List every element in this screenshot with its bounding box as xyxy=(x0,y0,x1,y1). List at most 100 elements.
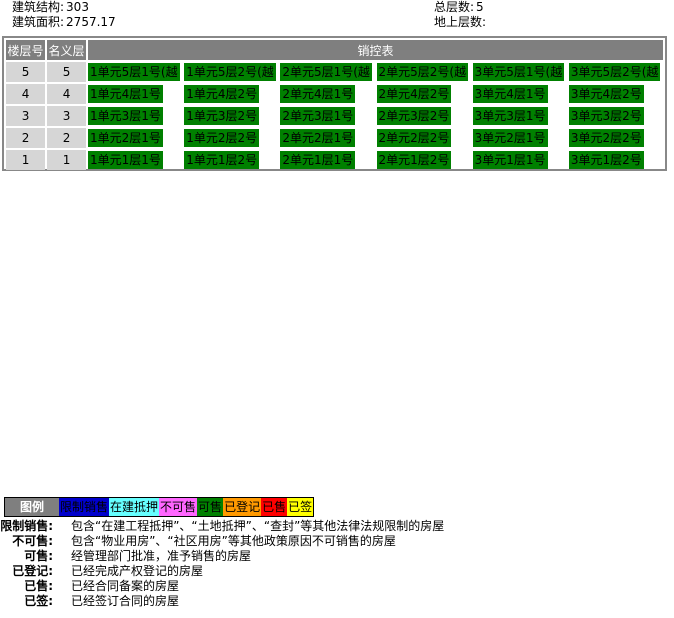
unit-cell[interactable]: 2单元2层2号 xyxy=(376,128,471,148)
unit-cell[interactable]: 3单元3层1号 xyxy=(472,106,567,126)
unit-link[interactable]: 3单元5层1号(越 xyxy=(472,63,565,81)
definition-row: 已售: 已经合同备案的房屋 xyxy=(0,579,670,594)
unit-link[interactable]: 3单元3层2号 xyxy=(568,107,644,125)
unit-cell[interactable]: 2单元3层1号 xyxy=(280,106,374,126)
legend-item: 已登记 xyxy=(223,498,262,516)
header-row: 楼层号 名义层 销控表 xyxy=(6,40,663,60)
definition-term: 已售: xyxy=(24,579,53,593)
floor-row: 2 2 1单元2层1号 1单元2层2号 2单元2层1号 2单元2层2号 3单元2层1号 3单元… xyxy=(6,128,663,148)
unit-link[interactable]: 1单元1层1号 xyxy=(88,151,163,169)
unit-cell[interactable]: 3单元4层2号 xyxy=(568,84,663,104)
unit-link[interactable]: 1单元1层2号 xyxy=(184,151,260,169)
unit-cell[interactable]: 1单元1层2号 xyxy=(184,150,278,170)
unit-link[interactable]: 1单元5层2号(越 xyxy=(184,63,276,81)
header-nominal: 名义层 xyxy=(47,40,87,60)
area-value: 2757.17 xyxy=(66,15,116,29)
floor-number: 1 xyxy=(6,150,46,170)
definition-text: 已经合同备案的房屋 xyxy=(71,579,180,593)
definition-term: 不可售: xyxy=(12,534,53,548)
unit-cell[interactable]: 2单元4层2号 xyxy=(376,84,471,104)
unit-link[interactable]: 1单元3层2号 xyxy=(184,107,260,125)
unit-cell[interactable]: 1单元4层2号 xyxy=(184,84,278,104)
unit-cell[interactable]: 3单元2层1号 xyxy=(472,128,567,148)
unit-link[interactable]: 1单元2层1号 xyxy=(88,129,163,147)
unit-cell[interactable]: 1单元5层1号(越 xyxy=(88,62,182,82)
unit-link[interactable]: 2单元1层1号 xyxy=(280,151,356,169)
unit-cell[interactable]: 1单元2层1号 xyxy=(88,128,182,148)
floor-number: 4 xyxy=(6,84,46,104)
header-floor: 楼层号 xyxy=(6,40,46,60)
unit-link[interactable]: 1单元4层2号 xyxy=(184,85,260,103)
unit-cell[interactable]: 2单元1层2号 xyxy=(376,150,471,170)
total-floors-value: 5 xyxy=(476,0,484,14)
structure-value: 303 xyxy=(66,0,89,14)
legend-item: 不可售 xyxy=(159,498,198,516)
unit-link[interactable]: 3单元4层1号 xyxy=(472,85,548,103)
unit-cell[interactable]: 3单元5层1号(越 xyxy=(472,62,567,82)
legend-bar: 图例 限制销售 在建抵押 不可售 可售 已登记 已售 已签 xyxy=(4,497,315,517)
unit-cell[interactable]: 3单元4层1号 xyxy=(472,84,567,104)
unit-cell[interactable]: 3单元2层2号 xyxy=(568,128,663,148)
unit-cell[interactable]: 1单元3层2号 xyxy=(184,106,278,126)
nominal-floor: 1 xyxy=(47,150,87,170)
structure-label: 建筑结构: xyxy=(12,0,65,14)
unit-cell[interactable]: 1单元5层2号(越 xyxy=(184,62,278,82)
unit-link[interactable]: 1单元2层2号 xyxy=(184,129,260,147)
nominal-floor: 4 xyxy=(47,84,87,104)
unit-cell[interactable]: 2单元2层1号 xyxy=(280,128,374,148)
unit-link[interactable]: 1单元4层1号 xyxy=(88,85,163,103)
unit-cell[interactable]: 1单元3层1号 xyxy=(88,106,182,126)
unit-link[interactable]: 2单元2层2号 xyxy=(376,129,452,147)
unit-cell[interactable]: 2单元5层2号(越 xyxy=(376,62,471,82)
legend-item: 可售 xyxy=(197,498,224,516)
unit-cell[interactable]: 3单元1层2号 xyxy=(568,150,663,170)
unit-link[interactable]: 2单元1层2号 xyxy=(376,151,452,169)
floor-number: 3 xyxy=(6,106,46,126)
building-info: 建筑结构: 303 建筑面积: 2757.17 总层数: 5 地上层数: xyxy=(12,0,672,32)
unit-cell[interactable]: 2单元5层1号(越 xyxy=(280,62,374,82)
unit-cell[interactable]: 3单元1层1号 xyxy=(472,150,567,170)
unit-cell[interactable]: 2单元1层1号 xyxy=(280,150,374,170)
unit-cell[interactable]: 3单元3层2号 xyxy=(568,106,663,126)
floor-row: 3 3 1单元3层1号 1单元3层2号 2单元3层1号 2单元3层2号 3单元3层1号 3单元… xyxy=(6,106,663,126)
unit-link[interactable]: 3单元3层1号 xyxy=(472,107,548,125)
floor-number: 2 xyxy=(6,128,46,148)
unit-cell[interactable]: 1单元1层1号 xyxy=(88,150,182,170)
unit-cell[interactable]: 1单元2层2号 xyxy=(184,128,278,148)
unit-link[interactable]: 2单元3层1号 xyxy=(280,107,356,125)
definition-row: 已签: 已经签订合同的房屋 xyxy=(0,594,670,609)
unit-link[interactable]: 2单元4层2号 xyxy=(376,85,452,103)
legend-item: 已签 xyxy=(287,498,314,516)
unit-link[interactable]: 2单元2层1号 xyxy=(280,129,356,147)
unit-link[interactable]: 3单元2层1号 xyxy=(472,129,548,147)
definition-text: 经管理部门批准，准予销售的房屋 xyxy=(71,549,252,563)
definition-text: 已经完成产权登记的房屋 xyxy=(71,564,204,578)
unit-link[interactable]: 1单元5层1号(越 xyxy=(88,63,180,81)
unit-link[interactable]: 2单元3层2号 xyxy=(376,107,452,125)
unit-link[interactable]: 2单元5层2号(越 xyxy=(376,63,469,81)
unit-link[interactable]: 3单元1层1号 xyxy=(472,151,548,169)
sales-control-table: 楼层号 名义层 销控表 5 5 1单元5层1号(越 1单元5层2号(越 2单元5层1号(… xyxy=(2,36,667,171)
unit-cell[interactable]: 2单元4层1号 xyxy=(280,84,374,104)
unit-link[interactable]: 2单元4层1号 xyxy=(280,85,356,103)
unit-link[interactable]: 1单元3层1号 xyxy=(88,107,163,125)
above-floors-label: 地上层数: xyxy=(434,15,487,29)
unit-link[interactable]: 3单元1层2号 xyxy=(568,151,644,169)
nominal-floor: 2 xyxy=(47,128,87,148)
floor-number: 5 xyxy=(6,62,46,82)
floor-row: 4 4 1单元4层1号 1单元4层2号 2单元4层1号 2单元4层2号 3单元4层1号 3单元… xyxy=(6,84,663,104)
unit-link[interactable]: 3单元5层2号(越 xyxy=(568,63,661,81)
unit-cell[interactable]: 2单元3层2号 xyxy=(376,106,471,126)
total-floors-label: 总层数: xyxy=(434,0,475,14)
legend-item: 已售 xyxy=(261,498,288,516)
definition-row: 可售: 经管理部门批准，准予销售的房屋 xyxy=(0,549,670,564)
definition-row: 限制销售: 包含“在建工程抵押”、“土地抵押”、“查封”等其他法律法规限制的房屋 xyxy=(0,519,670,534)
structure-row: 建筑结构: 303 xyxy=(12,0,89,15)
unit-link[interactable]: 2单元5层1号(越 xyxy=(280,63,372,81)
unit-cell[interactable]: 3单元5层2号(越 xyxy=(568,62,663,82)
unit-cell[interactable]: 1单元4层1号 xyxy=(88,84,182,104)
unit-link[interactable]: 3单元4层2号 xyxy=(568,85,644,103)
unit-link[interactable]: 3单元2层2号 xyxy=(568,129,644,147)
above-floors-row: 地上层数: xyxy=(434,15,488,30)
area-row: 建筑面积: 2757.17 xyxy=(12,15,116,30)
